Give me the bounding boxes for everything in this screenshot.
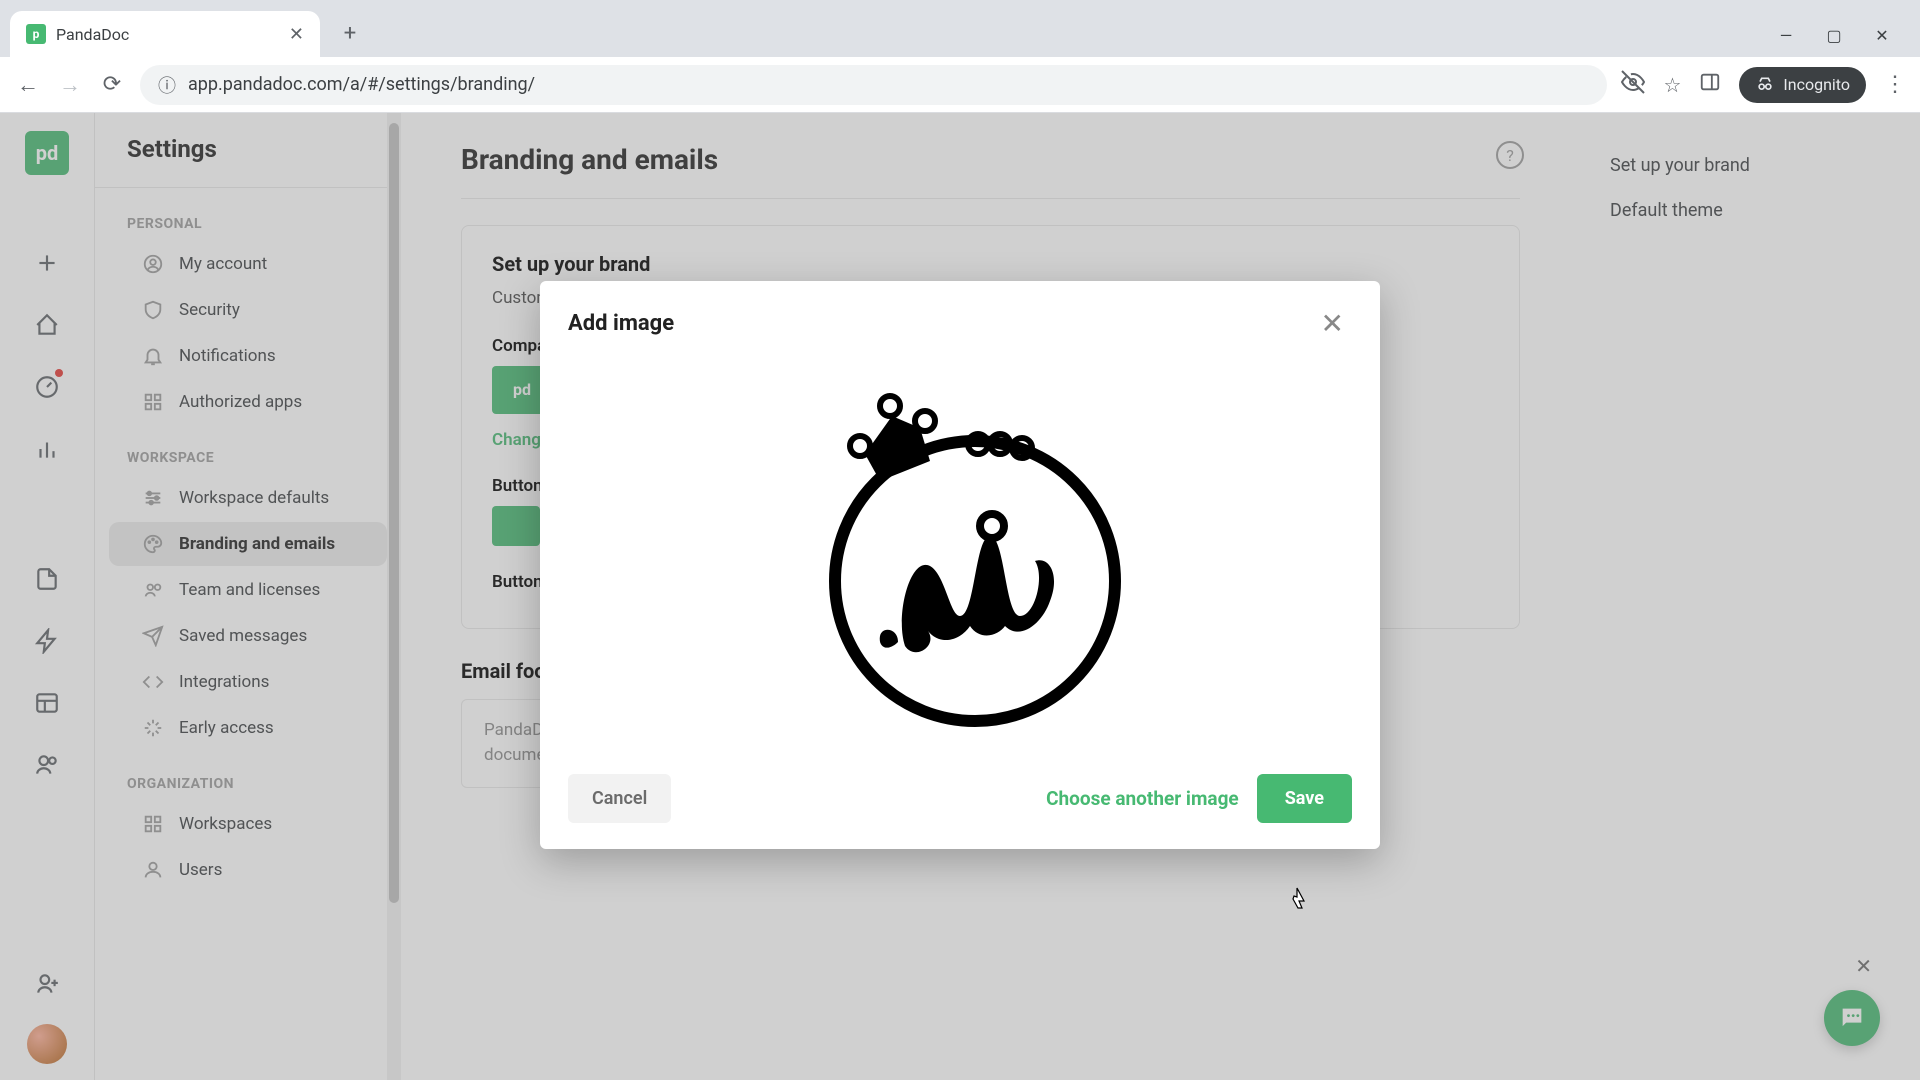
kebab-menu-icon[interactable]: ⋮ <box>1884 72 1906 97</box>
cancel-button[interactable]: Cancel <box>568 774 671 823</box>
favicon-icon: p <box>26 24 46 44</box>
bookmark-star-icon[interactable]: ☆ <box>1663 73 1681 97</box>
modal-title: Add image <box>568 311 1313 336</box>
browser-tab[interactable]: p PandaDoc ✕ <box>10 11 320 57</box>
maximize-icon[interactable]: ▢ <box>1824 25 1844 45</box>
incognito-label: Incognito <box>1783 75 1850 94</box>
panel-icon[interactable] <box>1699 71 1721 98</box>
url-text: app.pandadoc.com/a/#/settings/branding/ <box>188 74 535 95</box>
close-tab-icon[interactable]: ✕ <box>289 24 304 45</box>
image-preview <box>780 366 1140 736</box>
browser-tab-strip: p PandaDoc ✕ + — ▢ ✕ <box>0 0 1920 57</box>
reload-icon[interactable]: ⟳ <box>98 71 126 99</box>
modal-close-icon[interactable]: ✕ <box>1313 303 1352 344</box>
window-controls: — ▢ ✕ <box>1776 25 1920 57</box>
tab-title: PandaDoc <box>56 25 279 44</box>
back-icon[interactable]: ← <box>14 71 42 99</box>
eye-off-icon[interactable] <box>1621 70 1645 99</box>
site-info-icon[interactable]: ⓘ <box>158 72 176 98</box>
save-button[interactable]: Save <box>1257 774 1352 823</box>
address-bar[interactable]: ⓘ app.pandadoc.com/a/#/settings/branding… <box>140 65 1607 105</box>
modal-overlay: Add image ✕ <box>0 113 1920 1080</box>
browser-toolbar: ← → ⟳ ⓘ app.pandadoc.com/a/#/settings/br… <box>0 57 1920 113</box>
new-tab-button[interactable]: + <box>332 15 368 51</box>
close-window-icon[interactable]: ✕ <box>1872 25 1892 45</box>
minimize-icon[interactable]: — <box>1776 25 1796 45</box>
choose-another-image-button[interactable]: Choose another image <box>1046 787 1239 810</box>
incognito-badge[interactable]: Incognito <box>1739 67 1866 103</box>
add-image-modal: Add image ✕ <box>540 281 1380 849</box>
forward-icon: → <box>56 71 84 99</box>
